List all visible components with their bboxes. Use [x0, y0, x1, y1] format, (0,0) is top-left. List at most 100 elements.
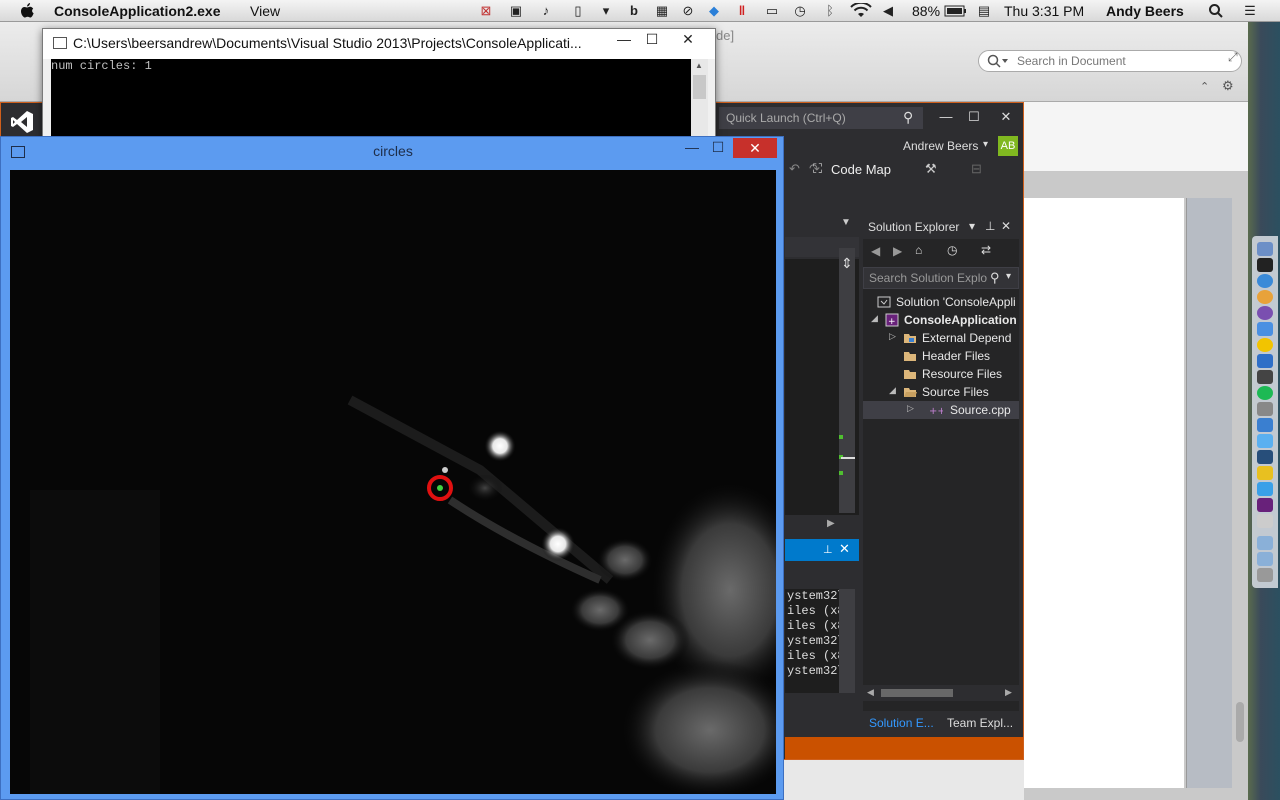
scroll-thumb[interactable]: [693, 75, 706, 99]
minimize-button[interactable]: —: [681, 139, 703, 161]
menu-view[interactable]: View: [250, 3, 280, 19]
document-page[interactable]: [1024, 198, 1184, 788]
pending-changes-icon[interactable]: ◷: [947, 243, 957, 257]
output-hscrollbar[interactable]: [785, 695, 859, 711]
expanded-arrow-icon[interactable]: ◢: [871, 313, 881, 324]
tree-item-project[interactable]: ◢ + ConsoleApplication: [871, 311, 1019, 329]
tree-item-resource-files[interactable]: Resource Files: [889, 365, 1019, 383]
block-icon[interactable]: ⊘: [680, 3, 696, 19]
forward-icon[interactable]: ▶: [893, 244, 902, 258]
minimize-button[interactable]: —: [935, 109, 957, 127]
status-icon[interactable]: ⊠: [478, 3, 494, 19]
undo-icon[interactable]: ↶: [789, 161, 800, 177]
gear-icon[interactable]: ⚙: [1222, 78, 1234, 94]
scroll-left-icon[interactable]: ◀: [867, 687, 874, 698]
mail-icon[interactable]: [1257, 418, 1273, 432]
solution-search-input[interactable]: Search Solution Explo ⚲ ▾: [863, 267, 1019, 289]
editor-hscrollbar[interactable]: [785, 517, 859, 533]
notification-center-icon[interactable]: ☰: [1242, 3, 1258, 19]
pin-icon[interactable]: ⊥: [985, 219, 995, 233]
tree-item-header-files[interactable]: Header Files: [889, 347, 1019, 365]
tor-icon[interactable]: [1257, 306, 1273, 320]
documents-icon[interactable]: [1257, 552, 1273, 566]
keyboard-icon[interactable]: ▭: [764, 3, 780, 19]
windows-icon[interactable]: [1257, 482, 1273, 496]
scroll-up-icon[interactable]: ▲: [695, 61, 703, 70]
close-button[interactable]: ✕: [733, 138, 777, 158]
calendar-icon[interactable]: ▤: [976, 3, 992, 19]
expanded-arrow-icon[interactable]: ◢: [889, 385, 899, 396]
menu-app-name[interactable]: ConsoleApplication2.exe: [54, 3, 220, 19]
tab-solution-explorer[interactable]: Solution E...: [869, 716, 934, 730]
spotify-icon[interactable]: [1257, 386, 1273, 400]
finder-icon[interactable]: [1257, 242, 1273, 256]
back-icon[interactable]: ◀: [871, 244, 880, 258]
bluetooth-icon[interactable]: ᛒ: [822, 3, 838, 19]
maximize-button[interactable]: ☐: [707, 139, 729, 161]
chevron-down-icon[interactable]: ▾: [1006, 271, 1011, 282]
sync-icon[interactable]: ⇄: [981, 243, 991, 257]
chevron-down-icon[interactable]: ▾: [969, 219, 975, 233]
battery-icon[interactable]: [944, 3, 968, 19]
messages-icon[interactable]: [1257, 434, 1273, 448]
console-scrollbar[interactable]: ▲: [691, 59, 708, 141]
close-icon[interactable]: ✕: [1001, 219, 1011, 233]
sketch-icon[interactable]: [1257, 466, 1273, 480]
preview-icon[interactable]: [1257, 514, 1273, 528]
user-name[interactable]: Andrew Beers: [903, 139, 978, 153]
split-editor-icon[interactable]: ⇕: [841, 255, 853, 272]
quick-launch-input[interactable]: Quick Launch (Ctrl+Q) ⚲: [719, 107, 923, 129]
tree-item-source-files[interactable]: ◢ Source Files: [889, 383, 1019, 401]
visual-studio-icon[interactable]: [1257, 498, 1273, 512]
user-menu[interactable]: Andy Beers: [1106, 3, 1184, 19]
speaker-icon[interactable]: ◀: [880, 3, 896, 19]
maximize-button[interactable]: ☐: [963, 109, 985, 127]
scroll-right-icon[interactable]: ▶: [827, 518, 835, 529]
chevron-down-icon[interactable]: ▾: [983, 139, 988, 150]
camera-image[interactable]: [10, 170, 776, 794]
tree-hscroll-thumb[interactable]: [881, 689, 953, 697]
dropbox-icon[interactable]: ◆: [706, 3, 722, 19]
notification-icon[interactable]: ▾: [598, 3, 614, 19]
pin-icon[interactable]: ⊥: [823, 543, 833, 556]
avatar[interactable]: AB: [998, 136, 1018, 156]
tree-item-external-dependencies[interactable]: ▷ External Depend: [889, 329, 1019, 347]
apple-icon[interactable]: [19, 2, 35, 19]
close-icon[interactable]: ✕: [839, 541, 850, 557]
fullscreen-icon[interactable]: ⤢: [1228, 50, 1238, 65]
display-icon[interactable]: ▣: [508, 3, 524, 19]
trash-icon[interactable]: [1257, 568, 1273, 582]
chrome-icon[interactable]: [1257, 338, 1273, 352]
battery-percentage[interactable]: 88%: [912, 3, 940, 19]
tree-item-source-cpp[interactable]: ▷ ++ Source.cpp: [863, 401, 1019, 419]
battery-status-icon[interactable]: ▯: [570, 3, 586, 19]
parallels-icon[interactable]: ‖: [734, 3, 750, 19]
output-text-area[interactable]: ystem32\ iles (x8 iles (x8 ystem32\ iles…: [785, 589, 845, 693]
grid-icon[interactable]: ▦: [654, 3, 670, 19]
time-machine-icon[interactable]: ◷: [792, 3, 808, 19]
tree-item-solution[interactable]: Solution 'ConsoleAppli: [863, 293, 1019, 311]
collapsed-arrow-icon[interactable]: ▷: [889, 331, 899, 342]
word-icon[interactable]: [1257, 354, 1273, 368]
firefox-icon[interactable]: [1257, 290, 1273, 304]
collapsed-arrow-icon[interactable]: ▷: [907, 403, 917, 414]
ribbon-collapse-icon[interactable]: ⌃: [1200, 80, 1209, 93]
code-map-button[interactable]: Code Map: [831, 162, 891, 177]
search-in-document-field[interactable]: Search in Document: [978, 50, 1242, 72]
maximize-button[interactable]: ☐: [641, 31, 663, 53]
clock[interactable]: Thu 3:31 PM: [1004, 3, 1084, 19]
photoshop-icon[interactable]: [1257, 450, 1273, 464]
volume-icon[interactable]: ♪: [538, 3, 554, 19]
hipchat-icon[interactable]: [1257, 370, 1273, 384]
scroll-right-icon[interactable]: ▶: [1005, 687, 1012, 698]
output-tabs[interactable]: [785, 713, 859, 733]
xcode-icon[interactable]: [1257, 322, 1273, 336]
chevron-down-icon[interactable]: ▼: [841, 217, 851, 228]
toolbar-options-icon[interactable]: ⊟: [971, 161, 982, 177]
terminal-icon[interactable]: [1257, 258, 1273, 272]
wifi-icon[interactable]: [850, 1, 872, 19]
document-scrollbar[interactable]: [1186, 198, 1232, 788]
minimize-button[interactable]: —: [613, 31, 635, 53]
system-preferences-icon[interactable]: [1257, 402, 1273, 416]
home-icon[interactable]: ⌂: [915, 243, 922, 257]
